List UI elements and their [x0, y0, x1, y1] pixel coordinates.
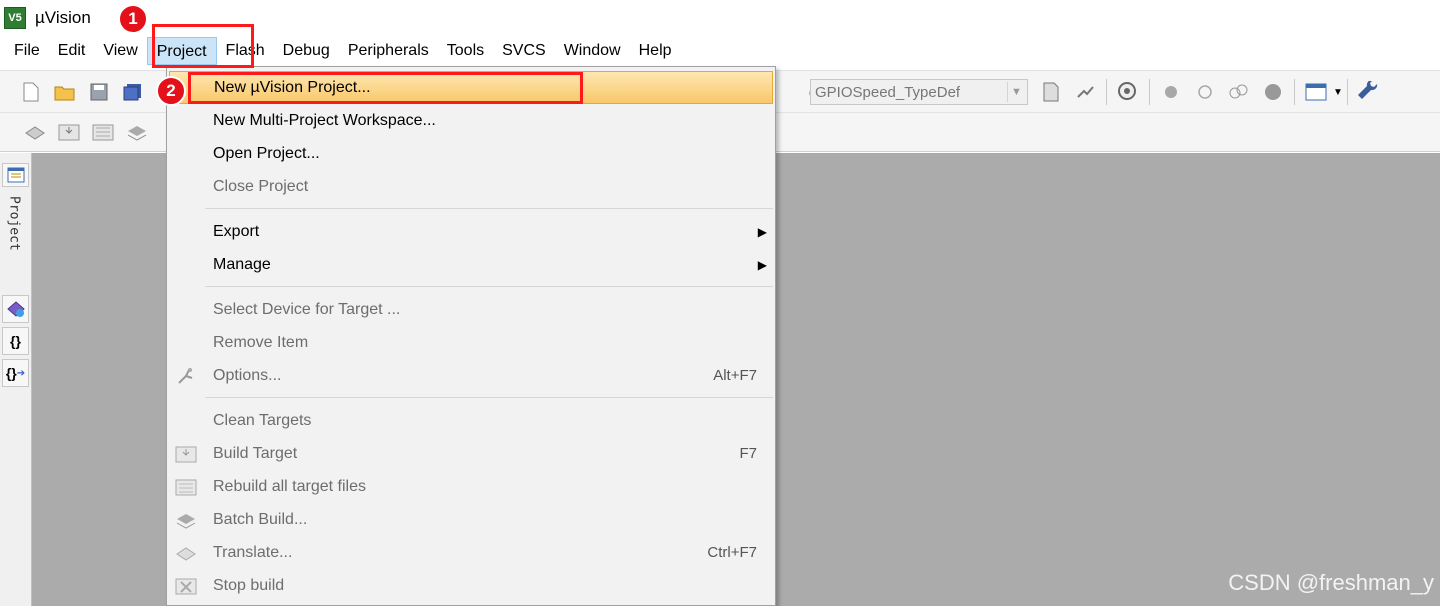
project-tab-label[interactable]: Project [4, 196, 24, 286]
toolbar-separator [1149, 79, 1150, 105]
translate-icon [175, 542, 197, 564]
open-folder-icon[interactable] [54, 81, 76, 103]
menu-rebuild-all[interactable]: Rebuild all target files [167, 470, 775, 503]
menu-item-label: Open Project... [213, 144, 320, 162]
function-select-combo[interactable]: GPIOSpeed_TypeDef ▼ [810, 79, 1028, 105]
rebuild-icon[interactable] [92, 121, 114, 143]
batch-build-icon [175, 509, 197, 531]
menu-tools[interactable]: Tools [438, 37, 493, 65]
stop-build-icon [175, 575, 197, 597]
toolbar-separator [1106, 79, 1107, 105]
menu-batch-build[interactable]: Batch Build... [167, 503, 775, 536]
braces-arrow-icon: {} [5, 365, 17, 381]
menu-close-project[interactable]: Close Project [167, 170, 775, 203]
menu-item-label: Options... [213, 366, 282, 384]
save-icon[interactable] [88, 81, 110, 103]
menu-item-label: Clean Targets [213, 411, 312, 429]
project-window-icon[interactable] [2, 163, 29, 187]
menu-manage[interactable]: Manage ▶ [167, 248, 775, 281]
debug-session-icon[interactable] [1117, 81, 1139, 103]
uvision-app-icon: V5 [4, 7, 26, 29]
function-combo-value: GPIOSpeed_TypeDef [815, 83, 961, 101]
menu-separator [205, 286, 773, 287]
insert-breakpoint-icon[interactable] [1160, 81, 1182, 103]
menu-open-project[interactable]: Open Project... [167, 137, 775, 170]
menu-separator [205, 208, 773, 209]
caret-down-icon[interactable]: ▼ [1333, 87, 1343, 98]
disable-breakpoints-icon[interactable] [1228, 81, 1250, 103]
incremental-find-icon[interactable] [1074, 81, 1096, 103]
menu-build-target[interactable]: Build Target F7 [167, 437, 775, 470]
braces-icon: {} [10, 333, 21, 349]
annotation-box-project-menu [152, 24, 254, 68]
menu-peripherals[interactable]: Peripherals [339, 37, 438, 65]
annotation-box-new-project [188, 72, 583, 104]
project-menu-dropdown: New µVision Project... New Multi-Project… [166, 66, 776, 606]
submenu-arrow-icon: ▶ [757, 224, 767, 239]
menu-item-label: Build Target [213, 444, 298, 462]
menu-translate[interactable]: Translate... Ctrl+F7 [167, 536, 775, 569]
functions-tab[interactable]: {} [2, 327, 29, 355]
menu-item-label: Remove Item [213, 333, 309, 351]
menu-item-label: Stop build [213, 576, 285, 594]
translate-icon[interactable] [24, 121, 46, 143]
menu-export[interactable]: Export ▶ [167, 215, 775, 248]
menu-select-device[interactable]: Select Device for Target ... [167, 293, 775, 326]
menu-debug[interactable]: Debug [274, 37, 339, 65]
menu-help[interactable]: Help [630, 37, 681, 65]
find-in-files-icon[interactable] [1040, 81, 1062, 103]
window-title: µVision [35, 8, 91, 27]
templates-tab[interactable]: {} ➔ [2, 359, 29, 387]
new-file-icon[interactable] [20, 81, 42, 103]
menu-stop-build[interactable]: Stop build [167, 569, 775, 602]
annotation-step-2: 2 [156, 76, 186, 106]
options-icon [175, 365, 197, 387]
batch-build-icon[interactable] [126, 121, 148, 143]
menu-item-label: Rebuild all target files [213, 477, 366, 495]
annotation-step-1: 1 [118, 4, 148, 34]
rebuild-icon [175, 476, 197, 498]
menu-window[interactable]: Window [555, 37, 630, 65]
menu-item-label: Export [213, 222, 260, 240]
submenu-arrow-icon: ▶ [757, 257, 767, 272]
menu-item-label: Translate... [213, 543, 293, 561]
menu-shortcut: Alt+F7 [713, 367, 757, 384]
menu-view[interactable]: View [94, 37, 146, 65]
menu-options[interactable]: Options... Alt+F7 [167, 359, 775, 392]
menu-item-label: Select Device for Target ... [213, 300, 401, 318]
watermark: CSDN @freshman_y [1228, 570, 1434, 595]
menu-shortcut: Ctrl+F7 [707, 544, 757, 561]
wrench-config-icon[interactable] [1357, 81, 1380, 103]
menu-svcs[interactable]: SVCS [493, 37, 555, 65]
toolbar-separator [1294, 79, 1295, 105]
menu-item-label: New Multi-Project Workspace... [213, 111, 436, 129]
build-icon[interactable] [58, 121, 80, 143]
save-all-icon[interactable] [122, 81, 144, 103]
menu-clean-targets[interactable]: Clean Targets [167, 404, 775, 437]
menu-remove-item[interactable]: Remove Item [167, 326, 775, 359]
toolbar-right-group: ▼ [1034, 78, 1386, 106]
toolbar-separator [1346, 79, 1348, 105]
menu-file[interactable]: File [5, 37, 49, 65]
menu-separator [205, 397, 773, 398]
menu-edit[interactable]: Edit [49, 37, 95, 65]
menu-shortcut: F7 [739, 445, 757, 462]
menu-item-label: Batch Build... [213, 510, 308, 528]
menu-item-label: Manage [213, 255, 271, 273]
build-icon [175, 443, 197, 465]
window-layout-icon[interactable] [1305, 81, 1327, 103]
enable-breakpoint-icon[interactable] [1194, 81, 1216, 103]
chevron-down-icon[interactable]: ▼ [1007, 82, 1025, 102]
kill-breakpoints-icon[interactable] [1262, 81, 1284, 103]
arrow-right-icon: ➔ [16, 367, 26, 379]
menu-new-multi-project-workspace[interactable]: New Multi-Project Workspace... [167, 104, 775, 137]
books-icon[interactable] [2, 295, 29, 323]
menu-item-label: Close Project [213, 177, 309, 195]
